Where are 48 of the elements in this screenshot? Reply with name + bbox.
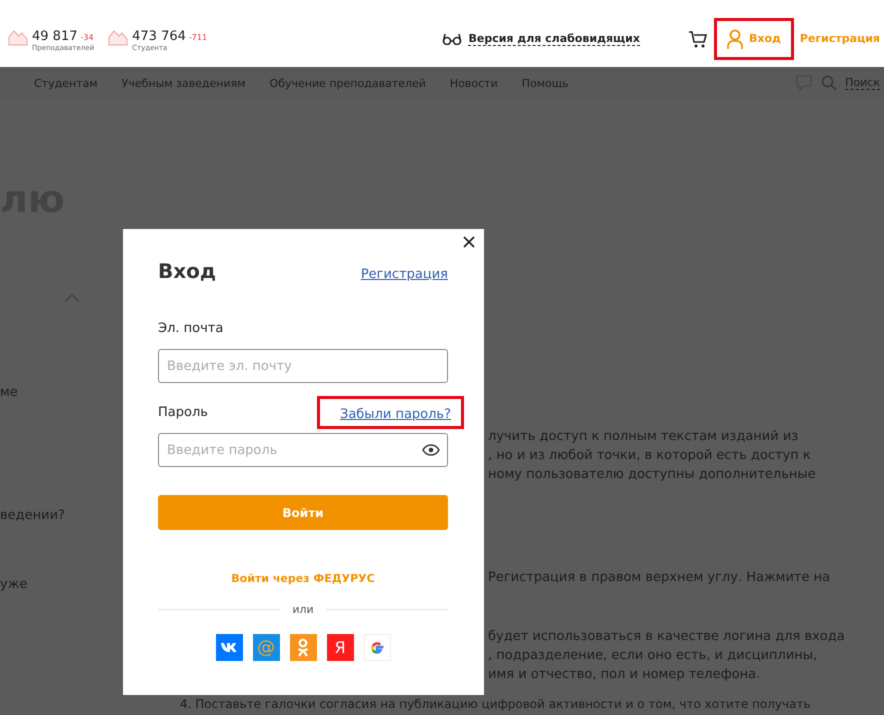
password-field[interactable]: Введите пароль [158,433,448,467]
close-icon[interactable] [462,235,476,249]
cart-icon[interactable] [688,28,708,48]
user-icon [726,28,743,48]
nav-link[interactable]: Учебным заведениям [122,76,246,90]
stat-delta: -34 [80,33,94,42]
google-login-button[interactable] [364,634,390,661]
accessibility-link[interactable]: Версия для слабовидящих [468,32,640,46]
nav-link[interactable]: Новости [450,76,498,90]
fedurus-login-link[interactable]: Войти через ФЕДУРУС [231,572,375,585]
faq-text: ведении? [0,508,66,523]
body-text-line: , но и из любой точки, в которой есть доступ к [488,448,812,463]
eye-icon[interactable] [422,444,440,456]
ok-login-button[interactable] [290,634,316,661]
vk-logo-icon [220,642,238,653]
nav-link[interactable]: Студентам [34,76,98,90]
body-text-line: лучить доступ к полным текстам изданий из [488,429,800,444]
login-button[interactable]: Вход [714,18,794,60]
stat-delta: -711 [188,33,208,42]
login-submit-button[interactable]: Войти [158,495,448,530]
mail-login-button[interactable]: @ [252,634,280,661]
trend-icon [108,28,128,46]
forgot-password-link[interactable]: Забыли пароль? [316,396,464,428]
dialog-title: Вход [158,259,216,283]
search-link[interactable]: Поиск [845,76,880,90]
ok-logo-icon [297,638,309,658]
stat-value: 49 817 [32,29,78,44]
email-field[interactable]: Введите эл. почту [158,349,448,383]
body-text-line: ному пользователю доступны дополнительные [488,467,817,482]
body-text-line: будет использоваться в качестве логина для входа [488,629,845,644]
body-text-line: , подразделение, если оно есть, и дисциплины, [488,648,818,663]
stat-value: 473 764 [132,29,186,44]
faq-text: уже [0,577,28,592]
field-label: Пароль [158,404,208,420]
body-text-line: Регистрация в правом верхнем углу. Нажмите на [488,570,832,585]
trend-icon [8,28,28,46]
body-text-line: имя и отчество, пол и номер телефона. [488,667,762,682]
glasses-icon [442,32,462,44]
body-text-line: 4. Поставьте галочки согласия на публикацию цифровой активности и о том, что хотите получать [180,697,811,711]
divider-text: или [292,603,314,616]
field-label: Эл. почта [158,320,224,336]
nav-link[interactable]: Помощь [522,76,569,90]
nav-link[interactable]: Обучение преподавателей [270,76,426,90]
vk-login-button[interactable] [216,634,242,661]
yandex-login-button[interactable]: Я [326,634,354,661]
faq-text: ме [0,385,19,400]
register-link[interactable]: Регистрация [800,32,880,45]
register-link[interactable]: Регистрация [360,267,448,282]
